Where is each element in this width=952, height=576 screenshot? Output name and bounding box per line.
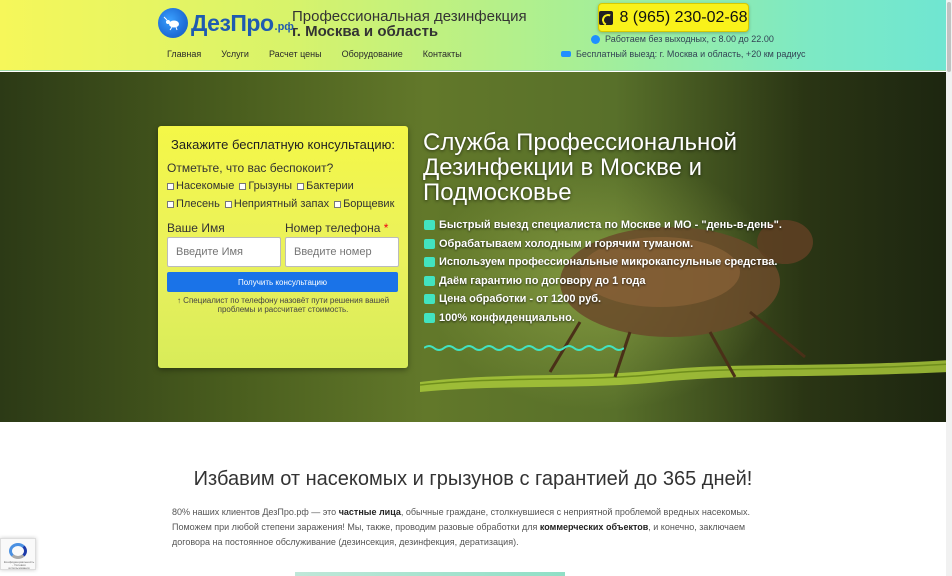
feature-text: 100% конфиденциально. <box>439 312 575 324</box>
cloud-icon <box>424 239 435 249</box>
phone-icon <box>599 10 614 25</box>
clock-icon <box>591 34 600 44</box>
feature-item: Цена обработки - от 1200 руб. <box>424 293 601 305</box>
checkbox-label: Насекомые <box>176 180 235 192</box>
sprayer-icon <box>424 257 435 267</box>
wave-divider <box>424 345 624 351</box>
work-hours-text: Работаем без выходных, с 8.00 до 22.00 <box>605 34 774 44</box>
section-text-bold: частные лица <box>338 507 401 517</box>
checkbox-odor[interactable]: Неприятный запах <box>224 198 330 210</box>
checkbox-label: Плесень <box>176 198 220 210</box>
truck-icon <box>424 220 435 230</box>
bug-logo-icon <box>158 8 188 38</box>
checkbox-mold[interactable]: Плесень <box>167 198 220 210</box>
checkbox-box[interactable] <box>224 200 232 208</box>
nav-item-services[interactable]: Услуги <box>221 49 249 59</box>
hero-section: Закажите бесплатную консультацию: Отметь… <box>0 72 946 422</box>
free-visit-text: Бесплатный выезд: г. Москва и область, +… <box>576 49 806 59</box>
form-title: Закажите бесплатную консультацию: <box>171 137 395 152</box>
feature-text: Даём гарантию по договору до 1 года <box>439 275 646 287</box>
phone-label: Номер телефона * <box>285 221 388 235</box>
nav-item-price[interactable]: Расчет цены <box>269 49 322 59</box>
phone-label-text: Номер телефона <box>285 221 381 235</box>
checkbox-rodents[interactable]: Грызуны <box>239 180 292 192</box>
document-icon <box>424 276 435 286</box>
checkbox-label: Грызуны <box>248 180 293 192</box>
checkbox-label: Бактерии <box>306 180 354 192</box>
nav-item-home[interactable]: Главная <box>167 49 201 59</box>
phone-number: 8 (965) 230-02-68 <box>619 8 748 26</box>
tagline: Профессиональная дезинфекция г. Москва и… <box>292 9 527 39</box>
checkbox-hogweed[interactable]: Борщевик <box>334 198 394 210</box>
incognito-icon <box>424 313 435 323</box>
checkbox-box[interactable] <box>334 200 342 208</box>
get-consultation-button[interactable]: Получить консультацию <box>167 272 398 292</box>
tagline-line2: г. Москва и область <box>292 23 439 40</box>
recaptcha-icon <box>9 543 27 559</box>
feature-text: Используем профессиональные микрокапсуль… <box>439 256 778 268</box>
feature-text: Цена обработки - от 1200 руб. <box>439 293 602 305</box>
feature-item: Используем профессиональные микрокапсуль… <box>424 256 777 268</box>
checkbox-label: Борщевик <box>343 198 395 210</box>
feature-text: Быстрый выезд специалиста по Москве и МО… <box>439 219 782 231</box>
checkbox-box[interactable] <box>297 182 305 190</box>
form-note: ↑ Специалист по телефону назовёт пути ре… <box>176 296 390 314</box>
feature-item: Обрабатываем холодным и горячим туманом. <box>424 238 693 250</box>
site-header: ДезПро .рф Профессиональная дезинфекция … <box>0 0 952 71</box>
feature-item: Быстрый выезд специалиста по Москве и МО… <box>424 219 782 231</box>
checkbox-label: Неприятный запах <box>233 198 330 210</box>
work-hours: Работаем без выходных, с 8.00 до 22.00 <box>591 34 774 44</box>
name-input[interactable] <box>167 237 281 267</box>
hero-title: Служба Профессиональной Дезинфекции в Мо… <box>423 129 738 206</box>
section-title: Избавим от насекомых и грызунов с гарант… <box>193 468 753 490</box>
section-text-bold: коммерческих объектов <box>539 522 649 532</box>
checkbox-row-1: Насекомые Грызуны Бактерии <box>167 180 359 192</box>
name-label: Ваше Имя <box>167 221 225 235</box>
phone-input[interactable] <box>285 237 399 267</box>
feature-text: Обрабатываем холодным и горячим туманом. <box>439 238 694 250</box>
checkbox-row-2: Плесень Неприятный запах Борщевик <box>167 198 399 210</box>
nav-item-contacts[interactable]: Контакты <box>423 49 462 59</box>
recaptcha-badge[interactable]: Конфиденциальность - Условия использован… <box>0 538 36 570</box>
next-section-bar <box>295 572 565 576</box>
phone-button[interactable]: 8 (965) 230-02-68 <box>598 3 749 32</box>
scrollbar-track[interactable] <box>946 0 952 576</box>
recaptcha-text: Конфиденциальность - Условия использован… <box>3 560 35 570</box>
checkbox-box[interactable] <box>167 200 174 208</box>
section-text-part: 80% наших клиентов ДезПро.рф — это <box>172 507 339 517</box>
checkbox-box[interactable] <box>167 182 174 190</box>
feature-item: Даём гарантию по договору до 1 года <box>424 275 645 287</box>
tagline-line1: Профессиональная дезинфекция <box>292 8 527 25</box>
checkbox-box[interactable] <box>239 182 247 190</box>
logo-text: ДезПро <box>191 9 274 36</box>
ruble-icon <box>424 294 435 304</box>
required-mark: * <box>383 221 389 235</box>
scrollbar-thumb[interactable] <box>947 2 951 72</box>
car-icon <box>561 51 571 57</box>
checkbox-insects[interactable]: Насекомые <box>167 180 234 192</box>
consultation-form: Закажите бесплатную консультацию: Отметь… <box>158 126 408 368</box>
main-nav: Главная Услуги Расчет цены Оборудование … <box>167 49 482 59</box>
checkbox-bacteria[interactable]: Бактерии <box>297 180 354 192</box>
form-question: Отметьте, что вас беспокоит? <box>167 161 334 175</box>
feature-item: 100% конфиденциально. <box>424 312 575 324</box>
nav-item-equipment[interactable]: Оборудование <box>342 49 403 59</box>
free-visit: Бесплатный выезд: г. Москва и область, +… <box>561 49 806 59</box>
logo[interactable]: ДезПро .рф <box>158 8 294 38</box>
section-text: 80% наших клиентов ДезПро.рф — это частн… <box>172 505 772 550</box>
